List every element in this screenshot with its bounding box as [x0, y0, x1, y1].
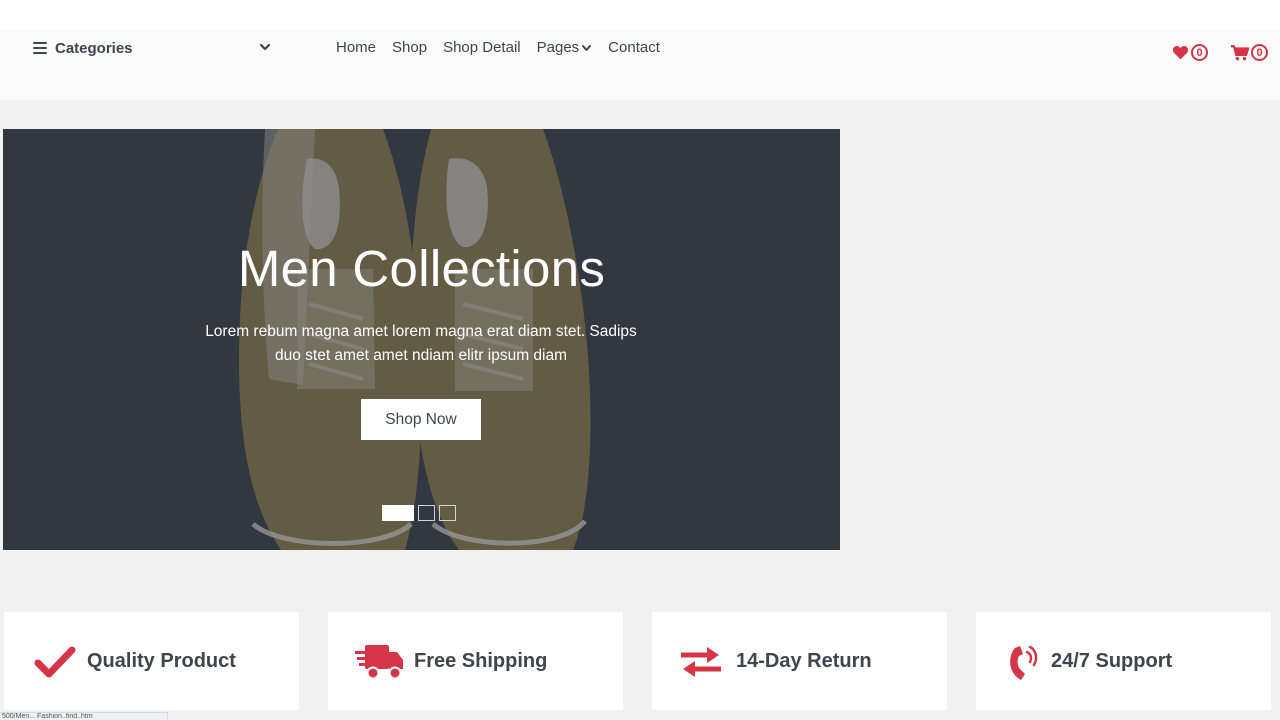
navbar: Categories Home Shop Shop Detail Pages C…	[0, 30, 1280, 100]
cart-count-badge: 0	[1251, 44, 1268, 61]
phone-volume-icon	[996, 642, 1046, 682]
feature-support: 24/7 Support	[976, 612, 1271, 710]
nav-link-pages-label: Pages	[536, 39, 580, 56]
feature-label: Free Shipping	[414, 650, 548, 672]
feature-free-shipping: Free Shipping	[328, 612, 623, 710]
chevron-down-icon	[259, 43, 271, 51]
categories-dropdown[interactable]: Categories	[33, 38, 273, 58]
check-icon	[30, 642, 80, 682]
carousel-indicators	[382, 505, 460, 521]
hero-description: Lorem rebum magna amet lorem magna erat …	[205, 323, 637, 364]
heart-icon	[1172, 45, 1189, 60]
exchange-icon	[676, 642, 726, 682]
bars-icon	[33, 42, 47, 54]
wishlist-count-badge: 0	[1191, 44, 1208, 61]
feature-label: Quality Product	[87, 650, 236, 672]
nav-link-contact[interactable]: Contact	[608, 39, 660, 56]
shop-now-button[interactable]: Shop Now	[361, 399, 481, 440]
carousel-indicator-3[interactable]	[439, 505, 456, 521]
top-bar	[0, 0, 1280, 30]
wishlist-button[interactable]: 0	[1172, 44, 1208, 61]
hero-carousel: Men Collections Lorem rebum magna amet l…	[3, 129, 840, 550]
shopping-cart-icon	[1231, 44, 1249, 60]
feature-return: 14-Day Return	[652, 612, 947, 710]
main-nav: Home Shop Shop Detail Pages Contact	[336, 39, 676, 56]
nav-link-shop[interactable]: Shop	[392, 39, 427, 56]
nav-link-shop-detail[interactable]: Shop Detail	[443, 39, 521, 56]
nav-link-pages[interactable]: Pages	[537, 39, 593, 56]
browser-status-bar: 500/Men... Fashion..find..htm	[0, 712, 168, 720]
hero-caption: Men Collections Lorem rebum magna amet l…	[3, 129, 840, 550]
cart-button[interactable]: 0	[1231, 44, 1268, 61]
hero-title: Men Collections	[237, 240, 606, 297]
caret-down-icon	[581, 43, 592, 53]
carousel-indicator-2[interactable]	[418, 505, 435, 521]
shipping-fast-icon	[355, 642, 405, 682]
feature-label: 24/7 Support	[1051, 650, 1173, 672]
nav-link-home[interactable]: Home	[336, 39, 376, 56]
categories-label: Categories	[55, 39, 133, 57]
carousel-indicator-1[interactable]	[382, 505, 414, 521]
feature-label: 14-Day Return	[736, 650, 872, 672]
feature-quality-product: Quality Product	[4, 612, 299, 710]
